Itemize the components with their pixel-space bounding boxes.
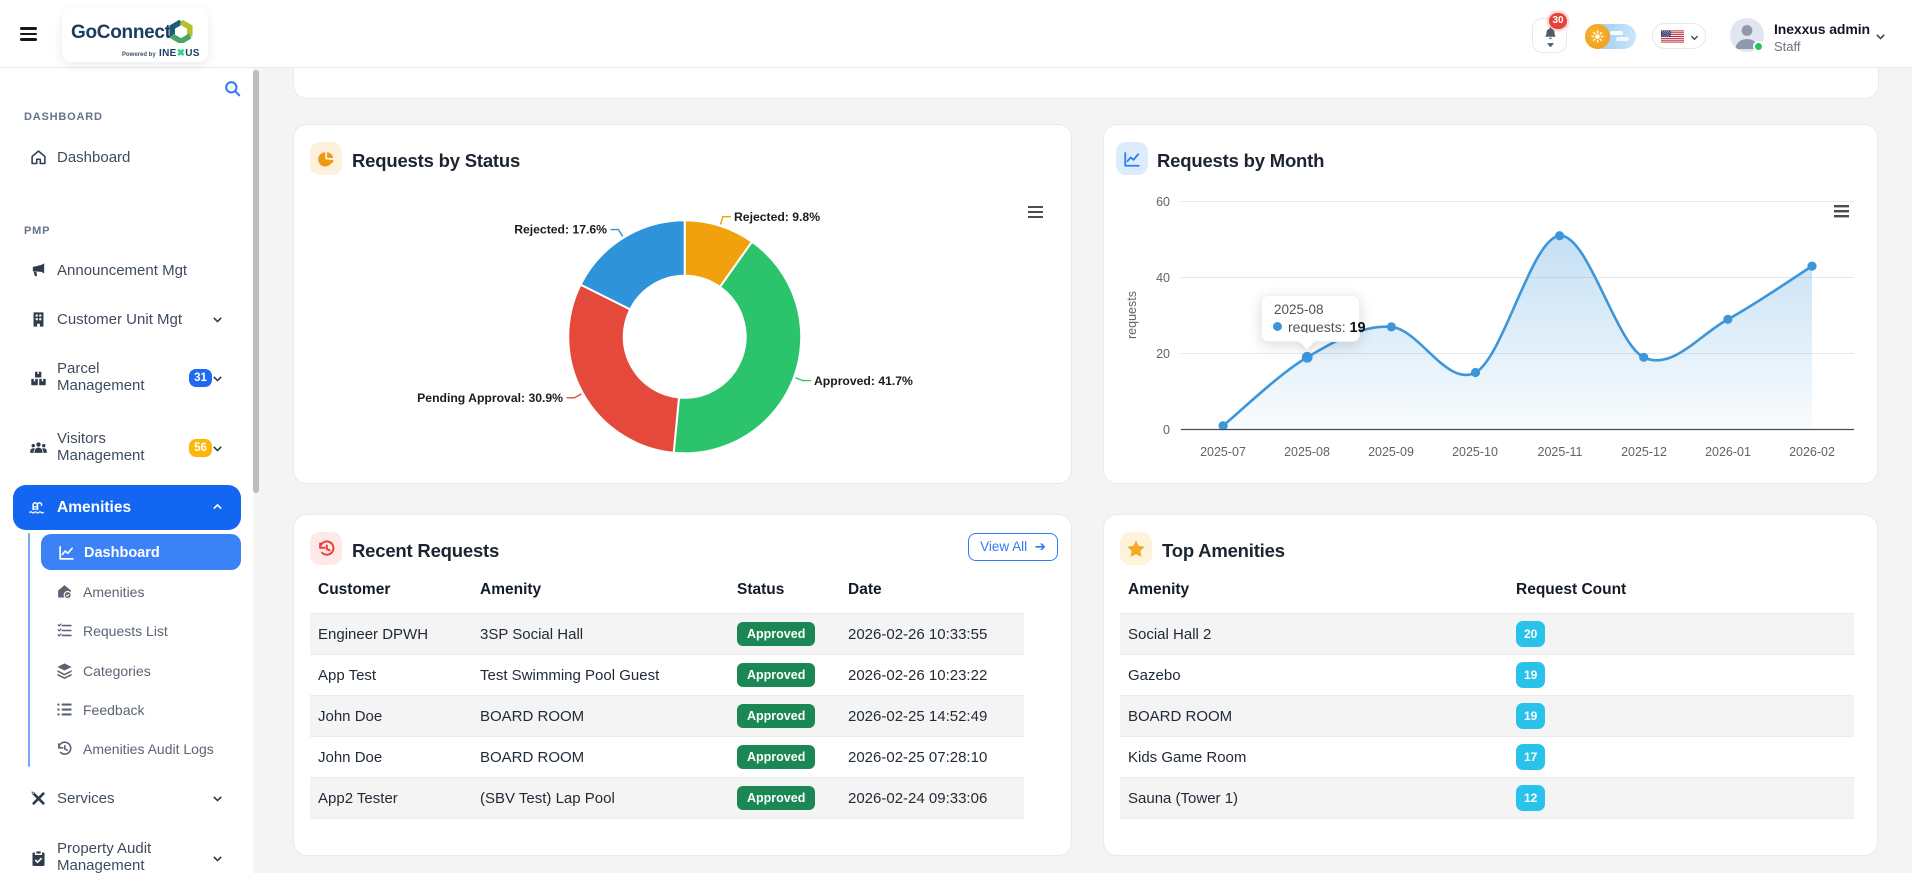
svg-text:2026-02: 2026-02	[1789, 445, 1835, 459]
svg-text:2025-12: 2025-12	[1621, 445, 1667, 459]
svg-text:2025-11: 2025-11	[1538, 445, 1583, 459]
svg-text:Approved: 41.7%: Approved: 41.7%	[814, 374, 913, 388]
svg-text:20: 20	[1156, 347, 1170, 361]
svg-text:0: 0	[1163, 423, 1170, 437]
svg-text:60: 60	[1156, 195, 1170, 209]
svg-text:Pending Approval: 30.9%: Pending Approval: 30.9%	[417, 391, 563, 405]
svg-text:requests: requests	[1125, 291, 1139, 339]
svg-text:2025-08: 2025-08	[1284, 445, 1330, 459]
svg-text:2025-09: 2025-09	[1368, 445, 1414, 459]
svg-text:2025-07: 2025-07	[1200, 445, 1246, 459]
svg-text:2025-10: 2025-10	[1452, 445, 1498, 459]
svg-text:2026-01: 2026-01	[1705, 445, 1751, 459]
svg-text:40: 40	[1156, 271, 1170, 285]
svg-text:Rejected: 9.8%: Rejected: 9.8%	[734, 210, 820, 224]
svg-text:Rejected: 17.6%: Rejected: 17.6%	[514, 223, 607, 237]
